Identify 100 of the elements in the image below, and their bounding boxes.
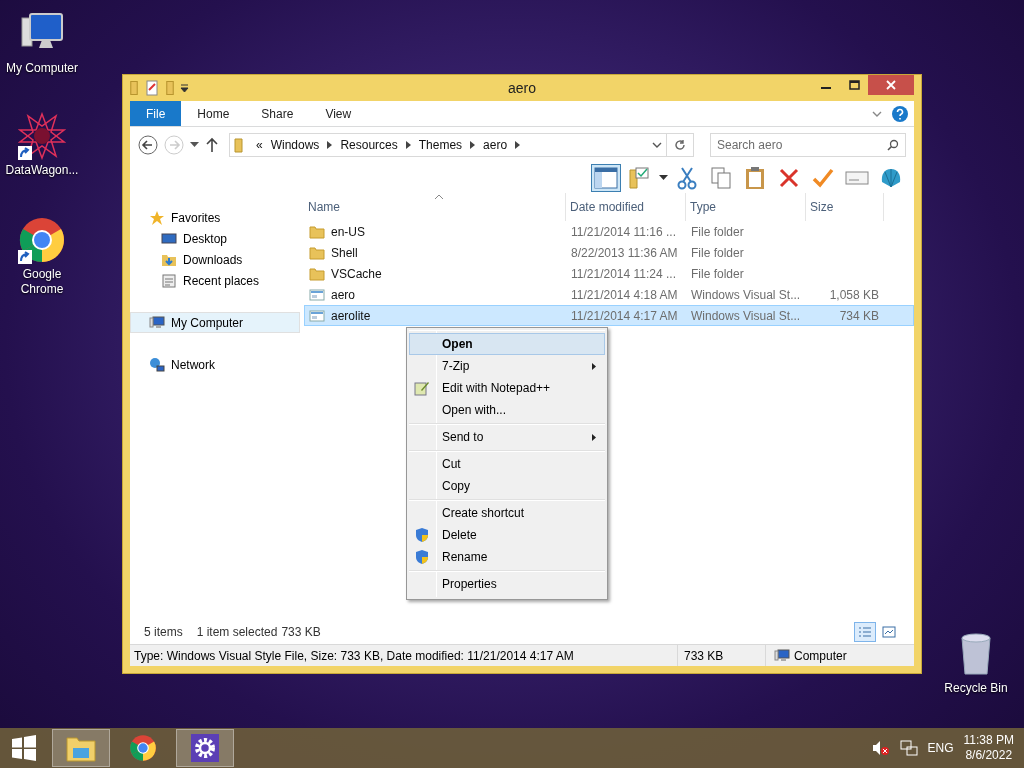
file-row[interactable]: en-US 11/21/2014 11:16 ... File folder xyxy=(304,221,914,242)
chevron-down-icon[interactable] xyxy=(872,109,882,118)
selection-count: 1 item selected xyxy=(196,625,278,639)
breadcrumb[interactable]: Themes xyxy=(418,138,463,152)
back-button[interactable] xyxy=(138,135,158,155)
windows-logo-icon xyxy=(11,735,37,761)
file-row[interactable]: aero 11/21/2014 4:18 AM Windows Visual St... 1,058 KB xyxy=(304,284,914,305)
menu-item[interactable]: Rename xyxy=(409,546,605,568)
up-button[interactable] xyxy=(205,137,219,153)
chevron-right-icon[interactable] xyxy=(327,141,333,149)
date-cell-text: 11/21/2014 11:16 ... xyxy=(570,224,677,239)
language-indicator[interactable]: ENG xyxy=(927,741,954,755)
dropdown-icon[interactable] xyxy=(180,83,189,93)
menu-item[interactable]: Delete xyxy=(409,524,605,546)
breadcrumb[interactable]: Resources xyxy=(340,138,398,152)
recent-places-icon xyxy=(161,272,177,289)
preview-pane-button[interactable] xyxy=(591,164,621,192)
menu-item[interactable]: Copy xyxy=(409,475,605,497)
recent-locations-button[interactable] xyxy=(190,142,199,148)
search-field[interactable]: Search aero xyxy=(717,138,887,152)
search-box[interactable]: Search aero xyxy=(710,133,906,157)
menu-item[interactable]: 7-Zip xyxy=(409,355,605,377)
navigation-item[interactable]: Network xyxy=(130,354,300,375)
type-cell-text: File folder xyxy=(690,266,745,281)
ribbon-tab[interactable]: View xyxy=(309,101,368,126)
computer-icon xyxy=(149,314,165,331)
help-icon[interactable] xyxy=(892,105,908,122)
chrome-icon xyxy=(18,216,66,264)
file-details-text: Type: Windows Visual Style File, Size: 733 KB, Date modified: 11/21/2014 4:17 AM xyxy=(130,645,678,666)
navigation-item[interactable]: Desktop xyxy=(130,228,300,249)
column-header[interactable]: Size xyxy=(806,193,884,221)
menu-item[interactable]: Create shortcut xyxy=(409,502,605,524)
file-row[interactable]: VSCache 11/21/2014 11:24 ... File folder xyxy=(304,263,914,284)
taskbar-app-button[interactable] xyxy=(176,729,234,767)
column-header[interactable]: Type xyxy=(686,193,806,221)
ribbon-tab[interactable]: File xyxy=(130,101,182,126)
search-icon xyxy=(887,139,899,151)
ribbon-tab[interactable]: Home xyxy=(181,101,246,126)
shield-icon xyxy=(414,527,430,543)
file-row[interactable]: aerolite 11/21/2014 4:17 AM Windows Visual St... 734 KB xyxy=(304,305,914,326)
star-burst-icon xyxy=(18,112,66,160)
menu-item[interactable]: Open xyxy=(409,333,605,355)
breadcrumb[interactable]: Windows xyxy=(270,138,320,152)
chevron-right-icon[interactable] xyxy=(405,141,411,149)
column-header[interactable]: Date modified xyxy=(566,193,686,221)
network-icon xyxy=(149,356,165,373)
chevron-right-icon[interactable] xyxy=(515,141,521,149)
file-icon xyxy=(309,286,325,303)
ribbon-tab[interactable]: Share xyxy=(245,101,310,126)
minimize-icon xyxy=(821,87,831,89)
item-count: 5 items xyxy=(144,625,183,639)
close-icon xyxy=(886,80,896,90)
column-header[interactable]: Name xyxy=(304,193,566,221)
file-name: aero xyxy=(331,287,356,302)
file-size-text: 733 KB xyxy=(678,645,766,666)
desktop-icon-label[interactable]: DataWagon... xyxy=(5,163,79,178)
file-row[interactable]: Shell 8/22/2013 11:36 AM File folder xyxy=(304,242,914,263)
type-cell-text: Windows Visual St... xyxy=(690,287,802,302)
file-name: en-US xyxy=(331,224,365,239)
navigation-item[interactable]: Downloads xyxy=(130,249,300,270)
date-cell-text: 8/22/2013 11:36 AM xyxy=(570,245,679,260)
properties-icon[interactable] xyxy=(144,80,160,96)
desktop-icon-label[interactable]: Recycle Bin xyxy=(944,681,1008,696)
desktop-icon-label[interactable]: My Computer xyxy=(6,61,78,76)
close-button[interactable] xyxy=(868,75,914,95)
chevron-down-icon[interactable] xyxy=(651,141,662,149)
network-icon[interactable] xyxy=(899,740,918,756)
clock[interactable]: 11:38 PM 8/6/2022 xyxy=(963,733,1014,763)
date-cell-text: 11/21/2014 11:24 ... xyxy=(570,266,677,281)
type-cell-text: File folder xyxy=(690,245,745,260)
details-list-icon xyxy=(858,626,872,638)
menu-item[interactable]: Open with... xyxy=(409,399,605,421)
refresh-icon xyxy=(673,139,686,151)
navigation-item[interactable]: Favorites xyxy=(130,207,300,228)
chrome-icon xyxy=(129,734,157,762)
size-cell-text: 1,058 KB xyxy=(828,287,880,302)
desktop-icon xyxy=(161,230,177,247)
breadcrumb[interactable]: aero xyxy=(483,138,508,152)
notepad-icon xyxy=(414,380,430,396)
shield-icon xyxy=(414,549,430,565)
navigation-item[interactable]: My Computer xyxy=(130,312,300,333)
menu-item[interactable]: Properties xyxy=(409,573,605,595)
refresh-button[interactable] xyxy=(666,133,694,157)
location-text: Computer xyxy=(794,648,847,663)
address-bar[interactable]: « Windows Resources Themes aero xyxy=(229,133,667,157)
date-cell-text: 11/21/2014 4:17 AM xyxy=(570,308,679,323)
picture-icon xyxy=(882,626,896,638)
file-name: Shell xyxy=(331,245,358,260)
menu-item[interactable]: Send to xyxy=(409,426,605,448)
file-name: VSCache xyxy=(331,266,382,281)
menu-item[interactable]: Cut xyxy=(409,453,605,475)
size-cell-text: 734 KB xyxy=(838,308,880,323)
muted-speaker-icon[interactable] xyxy=(871,740,890,756)
dropdown-icon[interactable] xyxy=(659,175,668,181)
navigation-item[interactable]: Recent places xyxy=(130,270,300,291)
desktop-icon-label[interactable]: Google Chrome xyxy=(20,267,64,297)
date-cell-text: 11/21/2014 4:18 AM xyxy=(570,287,679,302)
breadcrumb-overflow[interactable]: « xyxy=(256,138,263,152)
chevron-right-icon[interactable] xyxy=(470,141,476,149)
menu-item[interactable]: Edit with Notepad++ xyxy=(409,377,605,399)
